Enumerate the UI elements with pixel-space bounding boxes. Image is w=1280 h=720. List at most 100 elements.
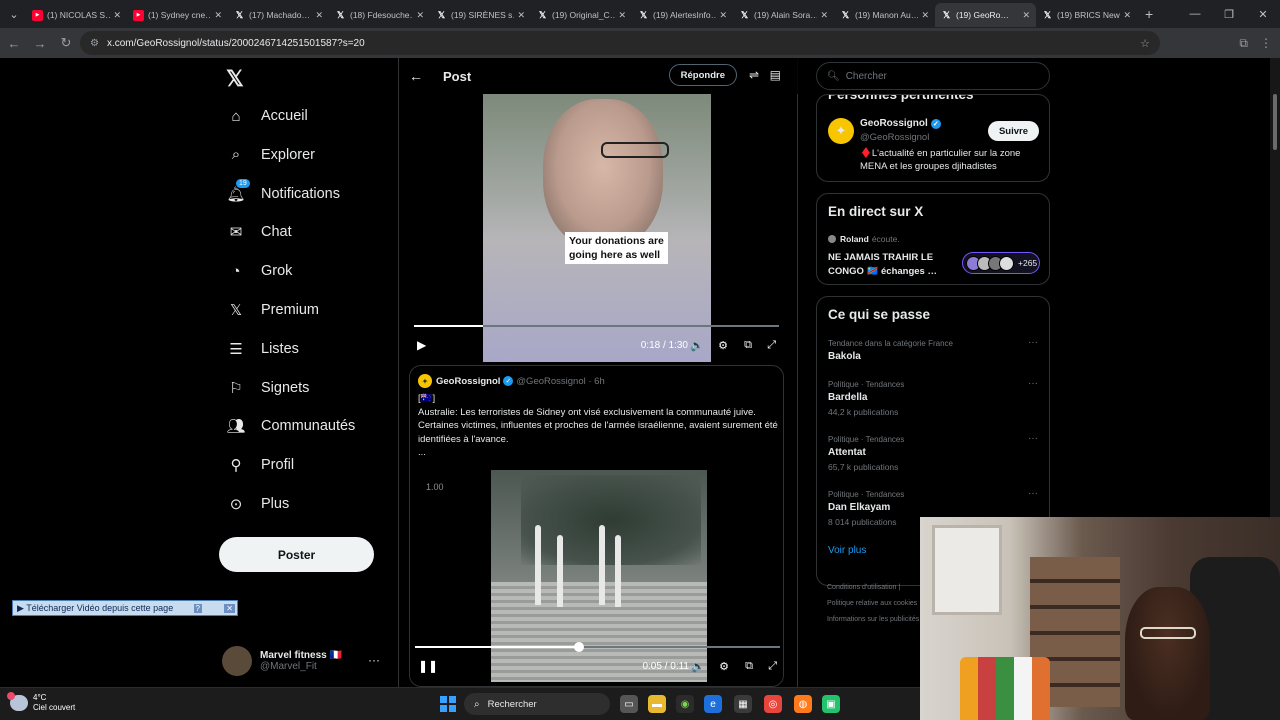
browser-tab[interactable]: 𝕏 (19) SIRÈNES s… ✕: [430, 3, 531, 27]
avatar[interactable]: ✦: [418, 374, 432, 388]
reply-button[interactable]: Répondre: [668, 64, 737, 86]
close-tab-icon[interactable]: ✕: [214, 10, 222, 21]
filter-icon[interactable]: ⇌: [749, 68, 759, 82]
more-dots-icon[interactable]: ···: [1028, 378, 1038, 389]
bookmark-star-icon[interactable]: ☆: [1140, 37, 1150, 50]
nav-item-chat[interactable]: ✉ Chat: [226, 217, 292, 247]
browser-tab[interactable]: 𝕏 (19) BRICS New…✕: [1036, 3, 1137, 27]
volume-icon[interactable]: 🔈: [691, 660, 705, 673]
listeners-pill[interactable]: +265: [962, 252, 1040, 274]
reload-icon[interactable]: ↻: [54, 35, 78, 51]
close-window-icon[interactable]: ✕: [1246, 8, 1280, 21]
pip-icon[interactable]: ⧉: [744, 339, 752, 352]
account-switcher[interactable]: Marvel fitness 🇫🇷 @Marvel_Fit ···: [222, 643, 392, 679]
more-dots-icon[interactable]: ···: [1028, 488, 1038, 499]
close-tab-icon[interactable]: ✕: [416, 10, 424, 21]
browser-tab[interactable]: ▶ (1) NICOLAS S… ✕: [26, 3, 127, 27]
reader-view-icon[interactable]: ▤: [770, 68, 781, 82]
suggested-account-name[interactable]: GeoRossignol ✓: [860, 118, 944, 129]
nav-item-communautés[interactable]: 👥︎ Communautés: [226, 411, 355, 441]
follow-button[interactable]: Suivre: [987, 121, 1039, 141]
close-tab-icon[interactable]: ✕: [113, 10, 121, 21]
nvidia-icon[interactable]: ◉: [676, 695, 694, 713]
taskbar-search[interactable]: ⌕ Rechercher: [464, 693, 610, 715]
nav-item-listes[interactable]: ☰ Listes: [226, 334, 299, 364]
chrome-icon[interactable]: ◎: [764, 695, 782, 713]
forward-arrow-icon[interactable]: →: [28, 36, 52, 51]
firefox-icon[interactable]: ◍: [794, 695, 812, 713]
download-video-banner[interactable]: ▶ Télécharger Vidéo depuis cette page ? …: [12, 600, 238, 616]
store-icon[interactable]: ▦: [734, 695, 752, 713]
close-tab-icon[interactable]: ✕: [1123, 10, 1131, 21]
quoted-post[interactable]: ✦ GeoRossignol ✓ @GeoRossignol · 6h [🇦🇺]…: [409, 365, 784, 687]
nav-item-plus[interactable]: ⊙ Plus: [226, 489, 290, 519]
x-logo-icon[interactable]: 𝕏: [226, 66, 244, 92]
browser-tab[interactable]: ▶ (1) Sydney cne… ✕: [127, 3, 228, 27]
browser-tab[interactable]: 𝕏 (19) Alain Sora… ✕: [733, 3, 834, 27]
file-explorer-icon[interactable]: ▬: [648, 695, 666, 713]
browser-tab[interactable]: 𝕏 (19) AlertesInfo… ✕: [632, 3, 733, 27]
footer-link[interactable]: Conditions d'utilisation |: [827, 580, 919, 596]
menu-icon[interactable]: ⋮: [1260, 36, 1272, 50]
close-tab-icon[interactable]: ✕: [820, 10, 828, 21]
close-tab-icon[interactable]: ✕: [719, 10, 727, 21]
scrollbar-thumb[interactable]: [1273, 94, 1277, 150]
video-player[interactable]: Your donations are going here as well ▶ …: [409, 94, 784, 362]
trend-item[interactable]: Politique · Tendances Bardella 44,2 k publ…: [828, 378, 1040, 417]
browser-tab[interactable]: 𝕏 (17) Machado… ✕: [228, 3, 329, 27]
nav-item-grok[interactable]: ◔ Grok: [226, 256, 292, 286]
edge-icon[interactable]: e: [704, 695, 722, 713]
weather-widget[interactable]: 4°C Ciel couvert: [7, 692, 75, 713]
site-info-icon[interactable]: ⚙: [90, 38, 99, 49]
task-view-icon[interactable]: ▭: [620, 695, 638, 713]
browser-tab[interactable]: 𝕏 (19) Original_C… ✕: [531, 3, 632, 27]
windows-start-icon[interactable]: [440, 696, 456, 712]
fullscreen-icon[interactable]: ⤢: [767, 339, 776, 352]
help-icon[interactable]: ?: [193, 603, 202, 613]
browser-tab[interactable]: 𝕏 (19) Manon Au… ✕: [834, 3, 935, 27]
play-icon[interactable]: ▶: [417, 338, 426, 352]
fullscreen-icon[interactable]: ⤢: [768, 660, 777, 673]
extensions-icon[interactable]: ⧉: [1239, 36, 1248, 51]
video-progress-bar[interactable]: [415, 646, 780, 648]
nav-item-notifications[interactable]: 🔔︎ 19 Notifications: [226, 177, 340, 209]
close-tab-icon[interactable]: ✕: [517, 10, 525, 21]
nav-item-profil[interactable]: ⚲ Profil: [226, 450, 295, 480]
nav-item-signets[interactable]: ⚐ Signets: [226, 373, 309, 403]
video-progress-bar[interactable]: [414, 325, 779, 327]
nav-item-accueil[interactable]: ⌂ Accueil: [226, 101, 307, 131]
back-arrow-icon[interactable]: ←: [2, 36, 26, 51]
footer-link[interactable]: Politique relative aux cookies: [827, 596, 919, 612]
tab-search-icon[interactable]: ⌄: [2, 3, 26, 25]
footer-link[interactable]: Informations sur les publicités: [827, 612, 919, 628]
minimize-icon[interactable]: —: [1178, 8, 1212, 20]
search-input[interactable]: 🔍︎ Chercher: [816, 62, 1050, 90]
close-tab-icon[interactable]: ✕: [315, 10, 323, 21]
new-tab-button[interactable]: +: [1145, 6, 1153, 22]
volume-icon[interactable]: 🔈: [690, 339, 704, 352]
browser-tab[interactable]: 𝕏 (19) GeoRo… ✕: [935, 3, 1036, 27]
quote-video-player[interactable]: 1.00 ❚❚ 0:05 / 0:11 🔈 ⚙ ⧉ ⤢: [410, 470, 783, 686]
app-icon[interactable]: ▣: [822, 695, 840, 713]
close-tab-icon[interactable]: ✕: [1022, 10, 1030, 21]
settings-icon[interactable]: ⚙: [718, 339, 728, 352]
browser-tab[interactable]: 𝕏 (18) Fdesouche… ✕: [329, 3, 430, 27]
post-button[interactable]: Poster: [219, 537, 374, 572]
nav-item-premium[interactable]: 𝕏 Premium: [226, 295, 319, 325]
close-tab-icon[interactable]: ✕: [618, 10, 626, 21]
avatar[interactable]: ✦: [828, 118, 854, 144]
close-tab-icon[interactable]: ✕: [921, 10, 929, 21]
more-dots-icon[interactable]: ···: [1028, 337, 1038, 348]
trend-item[interactable]: Politique · Tendances Attentat 65,7 k publ…: [828, 433, 1040, 472]
address-bar[interactable]: ⚙ x.com/GeoRossignol/status/200024671425…: [80, 31, 1160, 55]
pause-icon[interactable]: ❚❚: [418, 659, 438, 673]
nav-item-explorer[interactable]: ⌕ Explorer: [226, 140, 315, 170]
back-arrow-icon[interactable]: ←: [409, 68, 423, 84]
live-stream-title[interactable]: NE JAMAIS TRAHIR LE CONGO 🇨🇩 échanges …: [828, 251, 953, 278]
more-dots-icon[interactable]: ···: [368, 653, 380, 667]
restore-icon[interactable]: ❐: [1212, 8, 1246, 21]
more-dots-icon[interactable]: ···: [1028, 433, 1038, 444]
pip-icon[interactable]: ⧉: [745, 660, 753, 673]
trend-item[interactable]: Tendance dans la catégorie France Bakola ·…: [828, 337, 1040, 362]
show-more-link[interactable]: Voir plus: [828, 545, 866, 556]
